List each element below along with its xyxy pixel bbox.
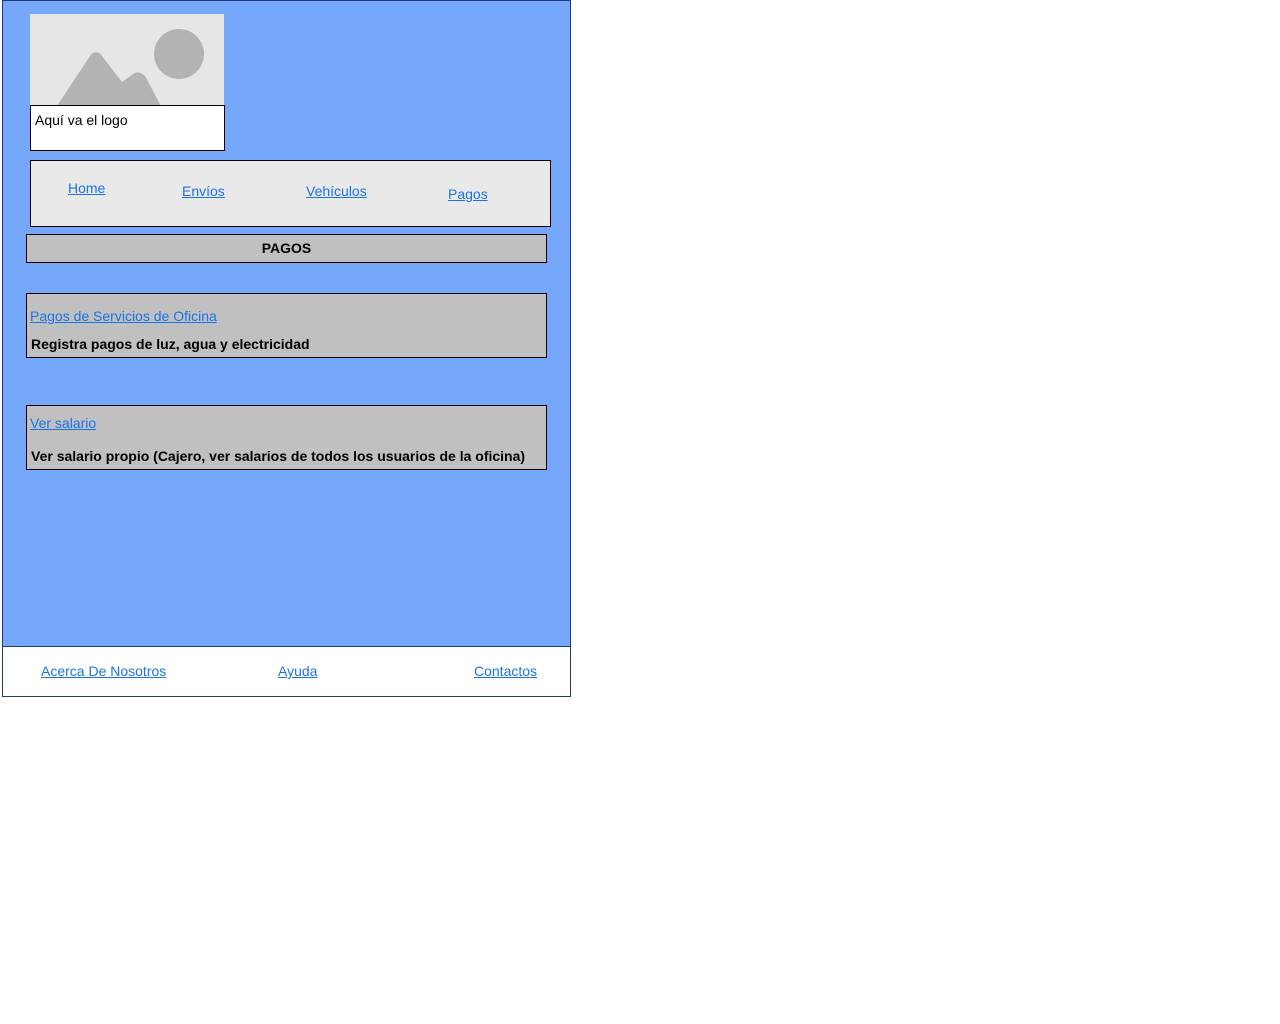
section-title: PAGOS [26, 234, 547, 263]
footer-link-acerca[interactable]: Acerca De Nosotros [41, 663, 166, 679]
card-ver-salario: Ver salario Ver salario propio (Cajero, … [26, 405, 547, 470]
card-link-ver-salario[interactable]: Ver salario [30, 415, 96, 431]
card-pagos-servicios: Pagos de Servicios de Oficina Registra p… [26, 293, 547, 358]
logo-caption: Aquí va el logo [30, 105, 225, 151]
nav-item-envios[interactable]: Envíos [182, 183, 225, 199]
footer-link-contactos[interactable]: Contactos [474, 663, 537, 679]
main-area: Aquí va el logo Home Envíos Vehículos Pa… [3, 1, 570, 647]
page-frame: Aquí va el logo Home Envíos Vehículos Pa… [2, 0, 571, 697]
logo-caption-text: Aquí va el logo [35, 112, 128, 128]
nav-item-pagos[interactable]: Pagos [448, 186, 488, 202]
nav-bar: Home Envíos Vehículos Pagos [30, 160, 551, 227]
footer-link-ayuda[interactable]: Ayuda [278, 663, 317, 679]
nav-item-vehiculos[interactable]: Vehículos [306, 183, 367, 199]
card-description: Registra pagos de luz, agua y electricid… [31, 336, 310, 352]
card-link-pagos-servicios[interactable]: Pagos de Servicios de Oficina [30, 308, 217, 324]
card-description: Ver salario propio (Cajero, ver salarios… [31, 448, 526, 464]
image-placeholder-icon [30, 14, 224, 106]
nav-item-home[interactable]: Home [68, 180, 105, 196]
